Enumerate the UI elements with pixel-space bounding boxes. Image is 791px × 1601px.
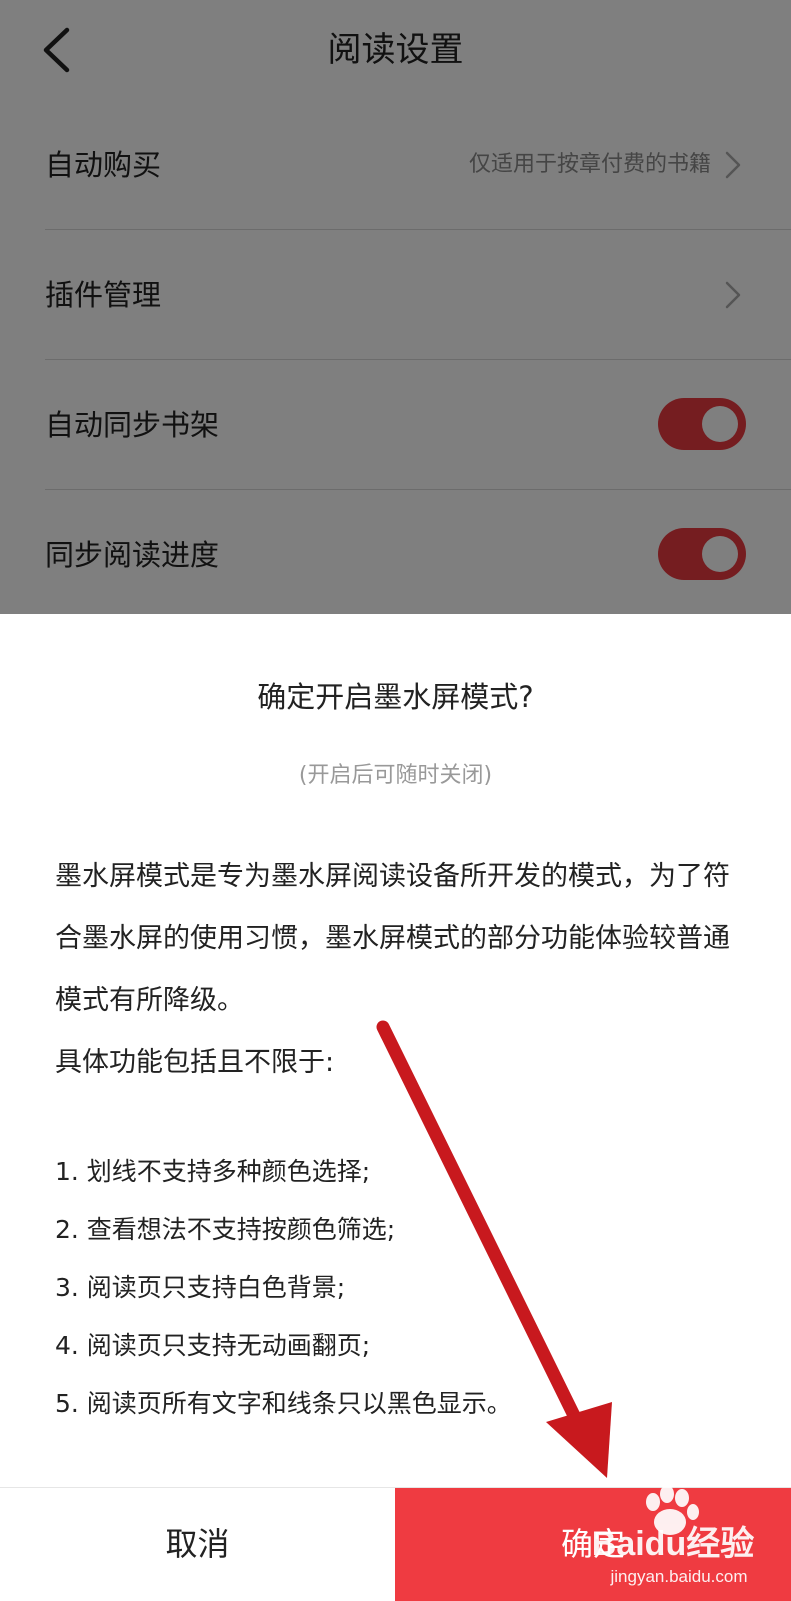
list-item: 3. 阅读页只支持白色背景; bbox=[55, 1273, 346, 1302]
list-item: 2. 查看想法不支持按颜色筛选; bbox=[55, 1215, 396, 1244]
feature-list: 1. 划线不支持多种颜色选择; 2. 查看想法不支持按颜色筛选; 3. 阅读页只… bbox=[55, 1143, 745, 1433]
dialog-features-heading: 具体功能包括且不限于: bbox=[55, 1047, 335, 1078]
list-item: 4. 阅读页只支持无动画翻页; bbox=[55, 1331, 371, 1360]
dialog-button-bar: 取消 确定 bbox=[0, 1487, 791, 1601]
modal-backdrop[interactable] bbox=[0, 0, 791, 615]
dialog-subtitle: (开启后可随时关闭) bbox=[298, 763, 493, 788]
dialog-title: 确定开启墨水屏模式? bbox=[257, 680, 534, 714]
list-item: 1. 划线不支持多种颜色选择; bbox=[55, 1157, 371, 1186]
cancel-button[interactable]: 取消 bbox=[0, 1488, 395, 1601]
confirm-button[interactable]: 确定 bbox=[395, 1488, 791, 1601]
reading-settings-page: 阅读设置 自动购买 仅适用于按章付费的书籍 插件管理 自动同步书架 同步阅读进度 bbox=[0, 0, 791, 615]
dialog-body: 墨水屏模式是专为墨水屏阅读设备所开发的模式，为了符合墨水屏的使用习惯，墨水屏模式… bbox=[55, 846, 745, 1094]
dialog-description: 墨水屏模式是专为墨水屏阅读设备所开发的模式，为了符合墨水屏的使用习惯，墨水屏模式… bbox=[55, 861, 730, 1016]
eink-mode-dialog: 确定开启墨水屏模式? (开启后可随时关闭) 墨水屏模式是专为墨水屏阅读设备所开发… bbox=[0, 614, 791, 1601]
list-item: 5. 阅读页所有文字和线条只以黑色显示。 bbox=[55, 1389, 512, 1418]
